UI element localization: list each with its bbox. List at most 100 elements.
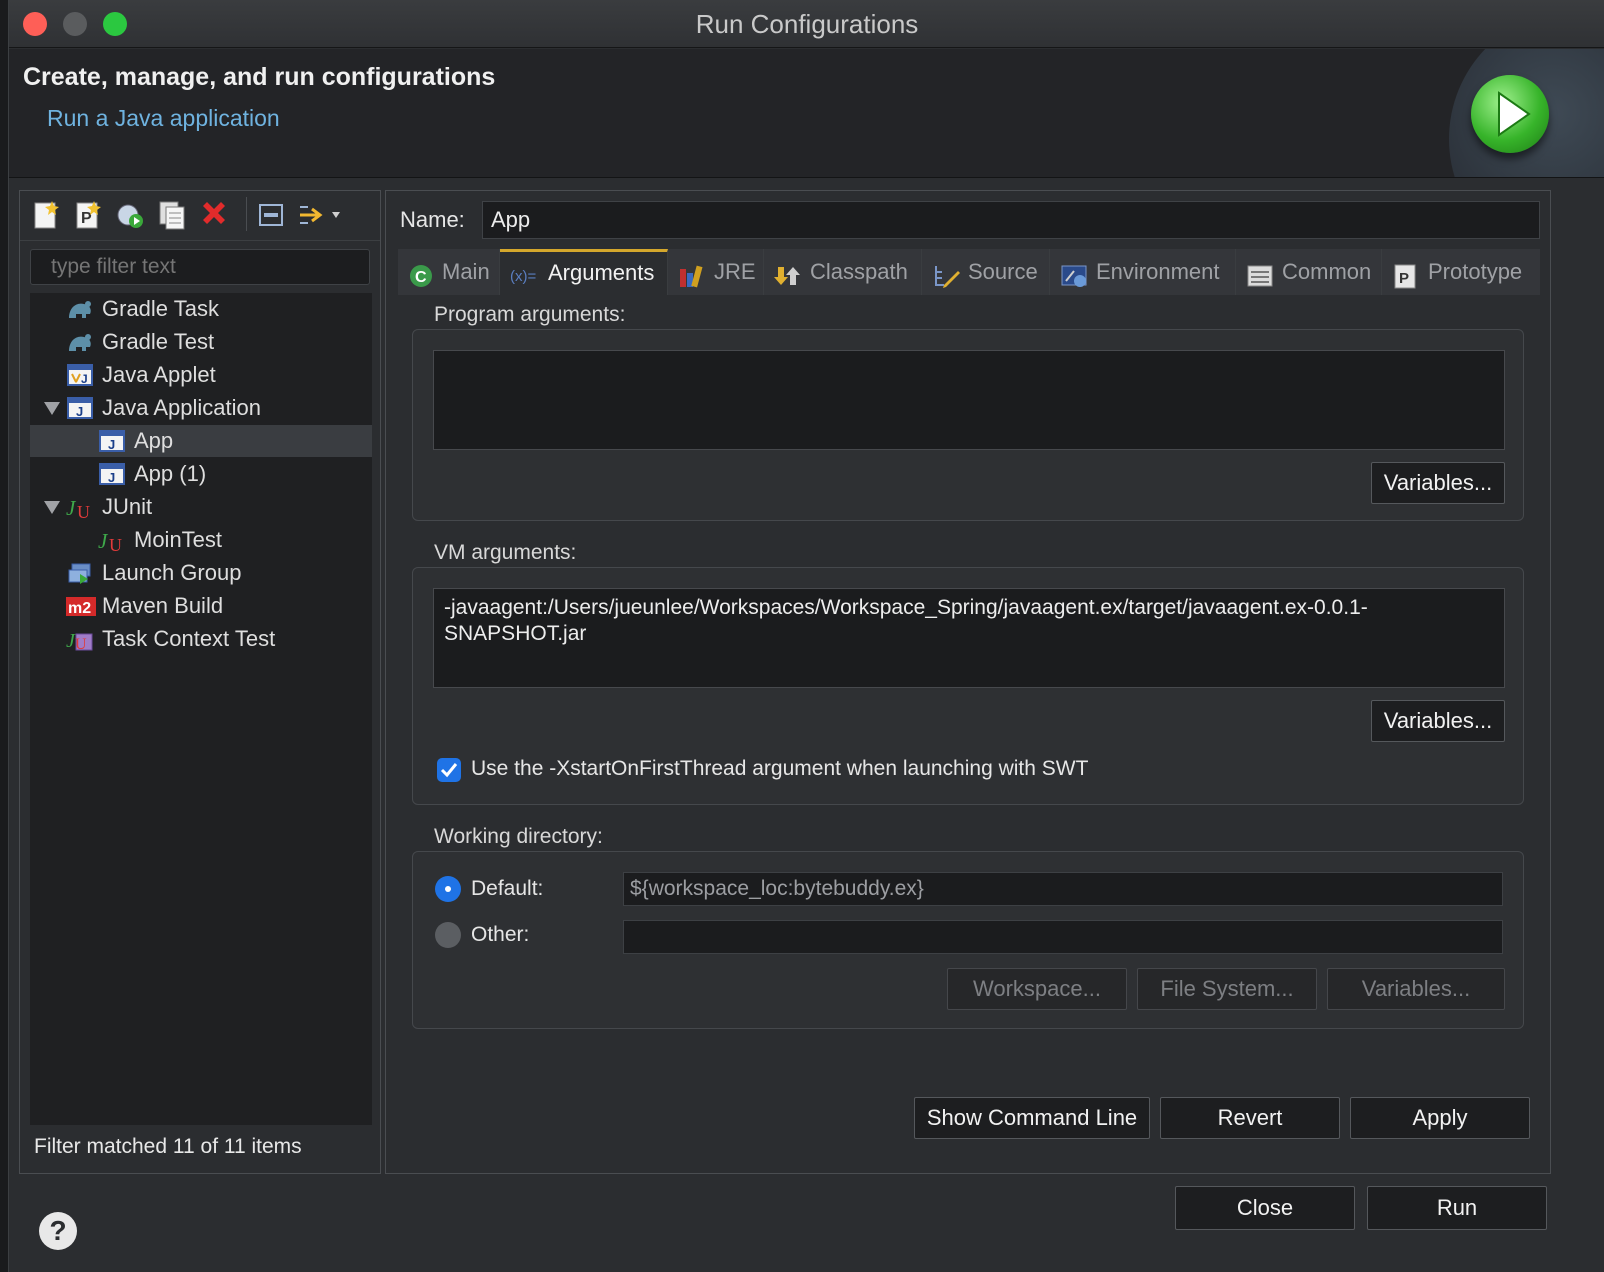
tree-item-app[interactable]: J App	[30, 425, 372, 457]
tree-item-label: Java Application	[102, 395, 261, 420]
run-button[interactable]: Run	[1367, 1186, 1547, 1230]
common-tab-icon	[1246, 259, 1273, 287]
other-directory-field[interactable]	[623, 920, 1503, 954]
tab-arguments[interactable]: (x)= Arguments	[500, 249, 668, 295]
tree-item-label: Gradle Task	[102, 296, 219, 321]
collapse-all-icon[interactable]	[256, 199, 288, 231]
main-tab-icon: C	[408, 259, 434, 287]
tree-item-label: Task Context Test	[102, 626, 276, 651]
tree-item-java-application[interactable]: J Java Application	[30, 392, 372, 424]
svg-text:P: P	[1399, 270, 1409, 287]
title-bar: Run Configurations	[9, 0, 1604, 48]
close-button[interactable]: Close	[1175, 1186, 1355, 1230]
tree-item-java-applet[interactable]: J Java Applet	[30, 359, 372, 391]
file-system-button[interactable]: File System...	[1137, 968, 1317, 1010]
program-arguments-label: Program arguments:	[434, 303, 626, 326]
name-input[interactable]: App	[482, 201, 1540, 239]
maven-icon: m2	[66, 593, 96, 619]
duplicate-icon[interactable]	[156, 199, 188, 231]
filter-menu-icon[interactable]	[296, 199, 346, 231]
tree-item-label: Gradle Test	[102, 329, 215, 354]
default-directory-field[interactable]: ${workspace_loc:bytebuddy.ex}	[623, 872, 1503, 906]
vm-variables-button[interactable]: Variables...	[1371, 700, 1505, 742]
help-icon[interactable]: ?	[39, 1212, 77, 1250]
apply-button[interactable]: Apply	[1350, 1097, 1530, 1139]
source-tab-icon	[932, 259, 960, 288]
tree-item-label: Java Applet	[102, 362, 216, 387]
other-radio[interactable]	[435, 922, 461, 948]
tab-label: Source	[968, 259, 1038, 284]
configuration-list-panel: P Gradle Task	[19, 190, 381, 1174]
svg-text:U: U	[109, 535, 122, 553]
jre-tab-icon	[678, 259, 704, 288]
config-toolbar: P	[20, 191, 380, 241]
working-directory-group: Default: ${workspace_loc:bytebuddy.ex} O…	[412, 851, 1524, 1029]
launch-group-icon	[66, 560, 94, 586]
svg-text:m2: m2	[68, 600, 91, 617]
gradle-icon	[66, 296, 94, 322]
svg-text:U: U	[77, 502, 90, 520]
tree-item-gradle-task[interactable]: Gradle Task	[30, 293, 372, 325]
tab-main[interactable]: C Main	[398, 249, 500, 295]
program-arguments-textarea[interactable]	[433, 350, 1505, 450]
default-radio[interactable]	[435, 876, 461, 902]
tree-item-label: Launch Group	[102, 560, 242, 585]
configuration-editor-panel: Name: App C Main (x)= Arguments JRE Clas…	[385, 190, 1551, 1174]
filter-input[interactable]	[30, 249, 370, 285]
working-dir-variables-button[interactable]: Variables...	[1327, 968, 1505, 1010]
swt-checkbox-label[interactable]: Use the -XstartOnFirstThread argument wh…	[471, 757, 1088, 781]
tab-label: Environment	[1096, 259, 1220, 284]
expanded-twisty-icon[interactable]	[44, 501, 60, 514]
svg-text:(x)=: (x)=	[510, 268, 536, 285]
swt-checkbox[interactable]	[437, 758, 461, 782]
delete-icon[interactable]	[198, 199, 230, 231]
svg-text:J: J	[108, 470, 115, 485]
tree-item-label: App (1)	[134, 461, 207, 486]
tab-prototype[interactable]: P Prototype	[1382, 249, 1540, 295]
new-prototype-icon[interactable]: P	[72, 199, 104, 231]
tab-label: Main	[442, 259, 490, 284]
toolbar-separator	[246, 197, 247, 231]
environment-tab-icon	[1060, 259, 1087, 287]
configuration-tree: Gradle Task Gradle Test J Java Applet J …	[30, 293, 372, 1125]
expanded-twisty-icon[interactable]	[44, 402, 60, 415]
program-variables-button[interactable]: Variables...	[1371, 462, 1505, 504]
revert-button[interactable]: Revert	[1160, 1097, 1340, 1139]
svg-text:U: U	[75, 636, 87, 652]
show-command-line-button[interactable]: Show Command Line	[914, 1097, 1150, 1139]
program-arguments-group: Variables...	[412, 329, 1524, 521]
java-app-icon: J	[98, 461, 126, 487]
export-config-icon[interactable]	[114, 199, 146, 231]
dialog-header: Create, manage, and run configurations R…	[9, 49, 1604, 178]
header-subtitle: Run a Java application	[47, 105, 280, 131]
svg-text:J: J	[98, 529, 109, 553]
name-label: Name:	[400, 207, 465, 232]
run-banner-icon	[1471, 75, 1549, 153]
workspace-button[interactable]: Workspace...	[947, 968, 1127, 1010]
tree-item-app-1[interactable]: J App (1)	[30, 458, 372, 490]
tree-item-gradle-test[interactable]: Gradle Test	[30, 326, 372, 358]
new-config-icon[interactable]	[30, 199, 62, 231]
tree-item-maven-build[interactable]: m2 Maven Build	[30, 590, 372, 622]
vm-arguments-textarea[interactable]: -javaagent:/Users/jueunlee/Workspaces/Wo…	[433, 588, 1505, 688]
tree-item-label: Maven Build	[102, 593, 224, 618]
vm-arguments-label: VM arguments:	[434, 541, 577, 564]
java-app-icon: J	[98, 428, 126, 454]
default-radio-label[interactable]: Default:	[471, 877, 543, 901]
tab-jre[interactable]: JRE	[668, 249, 764, 295]
applet-icon: J	[66, 362, 94, 388]
tree-item-launch-group[interactable]: Launch Group	[30, 557, 372, 589]
tree-item-junit[interactable]: JU JUnit	[30, 491, 372, 523]
tab-classpath[interactable]: Classpath	[764, 249, 922, 295]
working-directory-label: Working directory:	[434, 825, 603, 848]
other-radio-label[interactable]: Other:	[471, 923, 529, 947]
svg-text:J: J	[76, 404, 83, 419]
tree-item-task-context-test[interactable]: JU Task Context Test	[30, 623, 372, 655]
arguments-tab-icon: (x)=	[510, 260, 536, 286]
tab-common[interactable]: Common	[1236, 249, 1382, 295]
tree-item-mointest[interactable]: JU MoinTest	[30, 524, 372, 556]
vm-arguments-group: -javaagent:/Users/jueunlee/Workspaces/Wo…	[412, 567, 1524, 805]
tab-environment[interactable]: Environment	[1050, 249, 1236, 295]
tab-source[interactable]: Source	[922, 249, 1050, 295]
run-configurations-window: Run Configurations Create, manage, and r…	[8, 0, 1604, 1272]
